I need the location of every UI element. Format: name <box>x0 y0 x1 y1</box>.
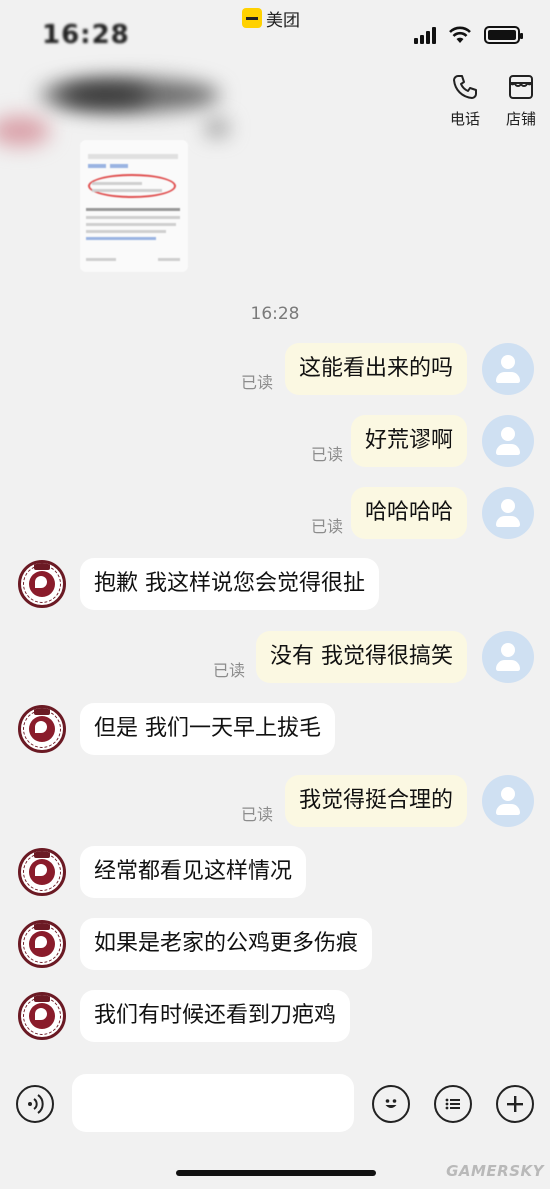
watermark: GAMERSKY <box>446 1162 544 1180</box>
plus-icon <box>507 1096 523 1112</box>
merchant-avatar[interactable] <box>18 560 66 608</box>
voice-input-button[interactable] <box>16 1085 54 1123</box>
merchant-avatar[interactable] <box>18 920 66 968</box>
user-avatar[interactable] <box>482 631 534 683</box>
chat-timestamp: 16:28 <box>250 304 300 324</box>
message-bubble[interactable]: 这能看出来的吗 <box>284 343 467 395</box>
merchant-avatar[interactable] <box>18 992 66 1040</box>
call-label: 电话 <box>449 110 480 128</box>
user-avatar[interactable] <box>482 775 534 827</box>
message-outgoing: 已读 哈哈哈哈 <box>0 487 550 547</box>
header-actions: 电话 店铺 <box>450 72 536 129</box>
battery-icon <box>484 26 523 44</box>
read-receipt: 已读 <box>310 445 343 464</box>
message-outgoing: 已读 我觉得挺合理的 <box>0 775 550 835</box>
message-bubble[interactable]: 但是 我们一天早上拔毛 <box>80 703 335 755</box>
read-receipt: 已读 <box>212 661 245 680</box>
message-bubble[interactable]: 抱歉 我这样说您会觉得很扯 <box>80 558 379 610</box>
message-incoming: 如果是老家的公鸡更多伤痕 <box>0 918 550 978</box>
status-bar: 16:28 美团 <box>0 0 550 70</box>
message-incoming: 经常都看见这样情况 <box>0 846 550 906</box>
message-bubble[interactable]: 如果是老家的公鸡更多伤痕 <box>80 918 373 970</box>
add-button[interactable] <box>496 1085 534 1123</box>
signal-icon <box>414 26 436 44</box>
message-bubble[interactable]: 我觉得挺合理的 <box>284 775 467 827</box>
user-avatar[interactable] <box>482 415 534 467</box>
message-incoming: 但是 我们一天早上拔毛 <box>0 703 550 763</box>
read-receipt: 已读 <box>240 373 273 392</box>
message-bubble[interactable]: 经常都看见这样情况 <box>80 846 307 898</box>
merchant-avatar[interactable] <box>18 705 66 753</box>
user-avatar[interactable] <box>482 343 534 395</box>
list-icon <box>445 1098 460 1110</box>
message-bubble[interactable]: 没有 我觉得很搞笑 <box>256 631 467 683</box>
message-outgoing: 已读 好荒谬啊 <box>0 415 550 475</box>
voice-icon <box>28 1094 44 1114</box>
message-bubble[interactable]: 我们有时候还看到刀疤鸡 <box>80 990 351 1042</box>
read-receipt: 已读 <box>310 517 343 536</box>
message-bubble[interactable]: 哈哈哈哈 <box>350 487 467 539</box>
home-indicator[interactable] <box>176 1170 376 1176</box>
emoji-icon <box>385 1099 397 1108</box>
store-label: 店铺 <box>505 110 536 128</box>
wifi-icon <box>449 26 471 43</box>
store-icon <box>508 75 533 99</box>
shared-screenshot-image[interactable] <box>80 140 188 272</box>
merchant-avatar[interactable] <box>18 848 66 896</box>
message-bubble[interactable]: 好荒谬啊 <box>350 415 467 467</box>
status-time: 16:28 <box>42 20 130 50</box>
quick-reply-button[interactable] <box>434 1085 472 1123</box>
message-outgoing: 已读 这能看出来的吗 <box>0 343 550 403</box>
call-button[interactable]: 电话 <box>450 72 480 129</box>
user-avatar[interactable] <box>482 487 534 539</box>
message-incoming: 抱歉 我这样说您会觉得很扯 <box>0 558 550 618</box>
message-outgoing: 已读 没有 我觉得很搞笑 <box>0 631 550 691</box>
emoji-button[interactable] <box>372 1085 410 1123</box>
store-button[interactable]: 店铺 <box>506 72 536 129</box>
message-incoming: 我们有时候还看到刀疤鸡 <box>0 990 550 1050</box>
status-icons <box>414 26 523 44</box>
message-input[interactable] <box>72 1074 354 1132</box>
input-bar <box>0 1068 550 1148</box>
app-name: 美团 <box>266 10 300 31</box>
read-receipt: 已读 <box>240 805 273 824</box>
phone-icon <box>452 75 477 99</box>
meituan-logo-icon <box>242 8 262 28</box>
app-badge: 美团 <box>242 6 300 31</box>
